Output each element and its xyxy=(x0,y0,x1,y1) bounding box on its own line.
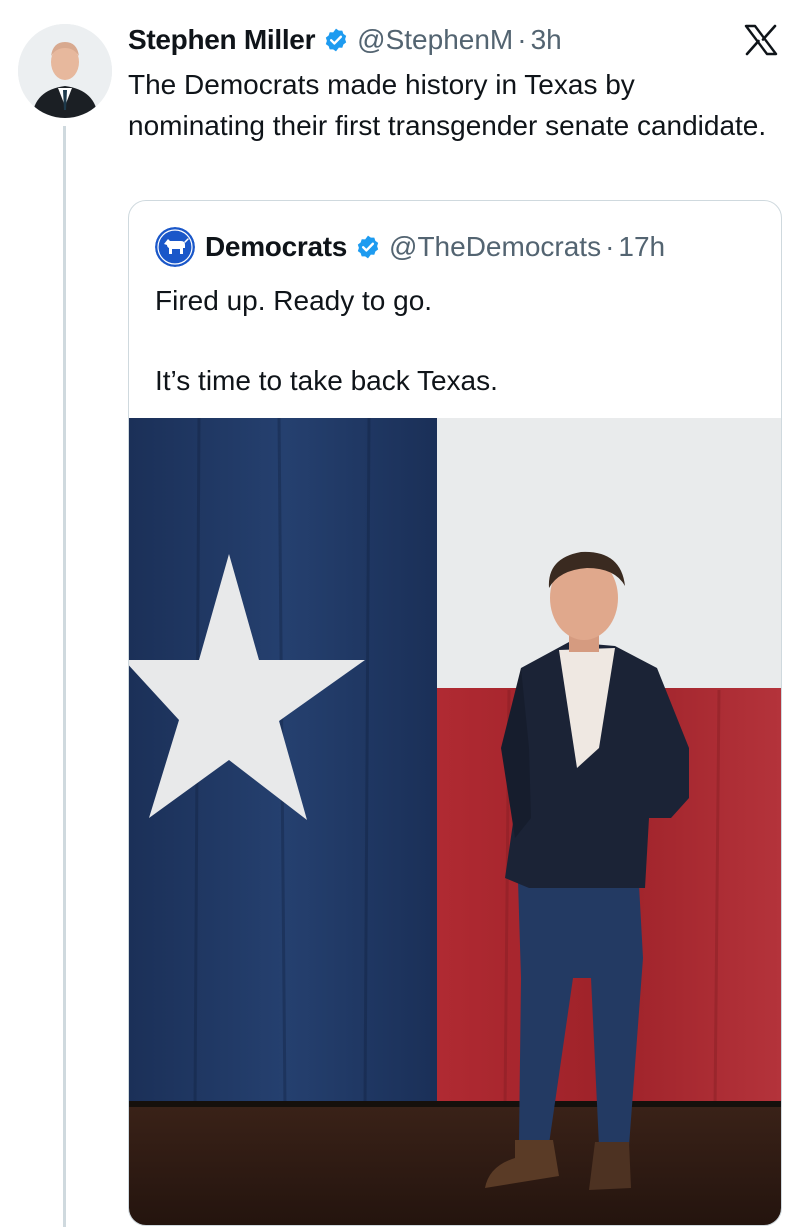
quoted-tweet-text: Fired up. Ready to go. It’s time to take… xyxy=(155,281,755,401)
quoted-text-line-1: Fired up. Ready to go. xyxy=(155,285,433,316)
author-handle[interactable]: @StephenM xyxy=(357,24,513,56)
x-logo-icon xyxy=(744,24,778,56)
quoted-timestamp[interactable]: 17h xyxy=(618,231,665,263)
author-name[interactable]: Stephen Miller xyxy=(128,24,315,56)
quoted-author-name[interactable]: Democrats xyxy=(205,231,347,263)
quoted-text-line-2: It’s time to take back Texas. xyxy=(155,365,498,396)
quoted-tweet-photo[interactable] xyxy=(129,418,781,1225)
author-avatar[interactable] xyxy=(18,24,112,118)
quoted-tweet-header: Democrats @TheDemocrats · 17h xyxy=(155,227,665,267)
tweet-text: The Democrats made history in Texas by n… xyxy=(128,69,767,141)
verified-badge-icon xyxy=(357,235,379,259)
avatar-portrait-icon xyxy=(18,24,112,118)
democrats-donkey-logo-icon[interactable] xyxy=(155,227,195,267)
separator-dot: · xyxy=(605,231,615,262)
quoted-author-handle[interactable]: @TheDemocrats xyxy=(389,231,601,263)
separator-dot: · xyxy=(517,24,527,55)
verified-badge-icon xyxy=(325,28,347,52)
tweet-header: Stephen Miller @StephenM · 3h xyxy=(128,22,562,58)
tweet-timestamp[interactable]: 3h xyxy=(531,24,562,56)
quoted-tweet-card[interactable]: Democrats @TheDemocrats · 17h Fired up. … xyxy=(128,200,782,1226)
thread-connector-line xyxy=(63,126,66,1227)
